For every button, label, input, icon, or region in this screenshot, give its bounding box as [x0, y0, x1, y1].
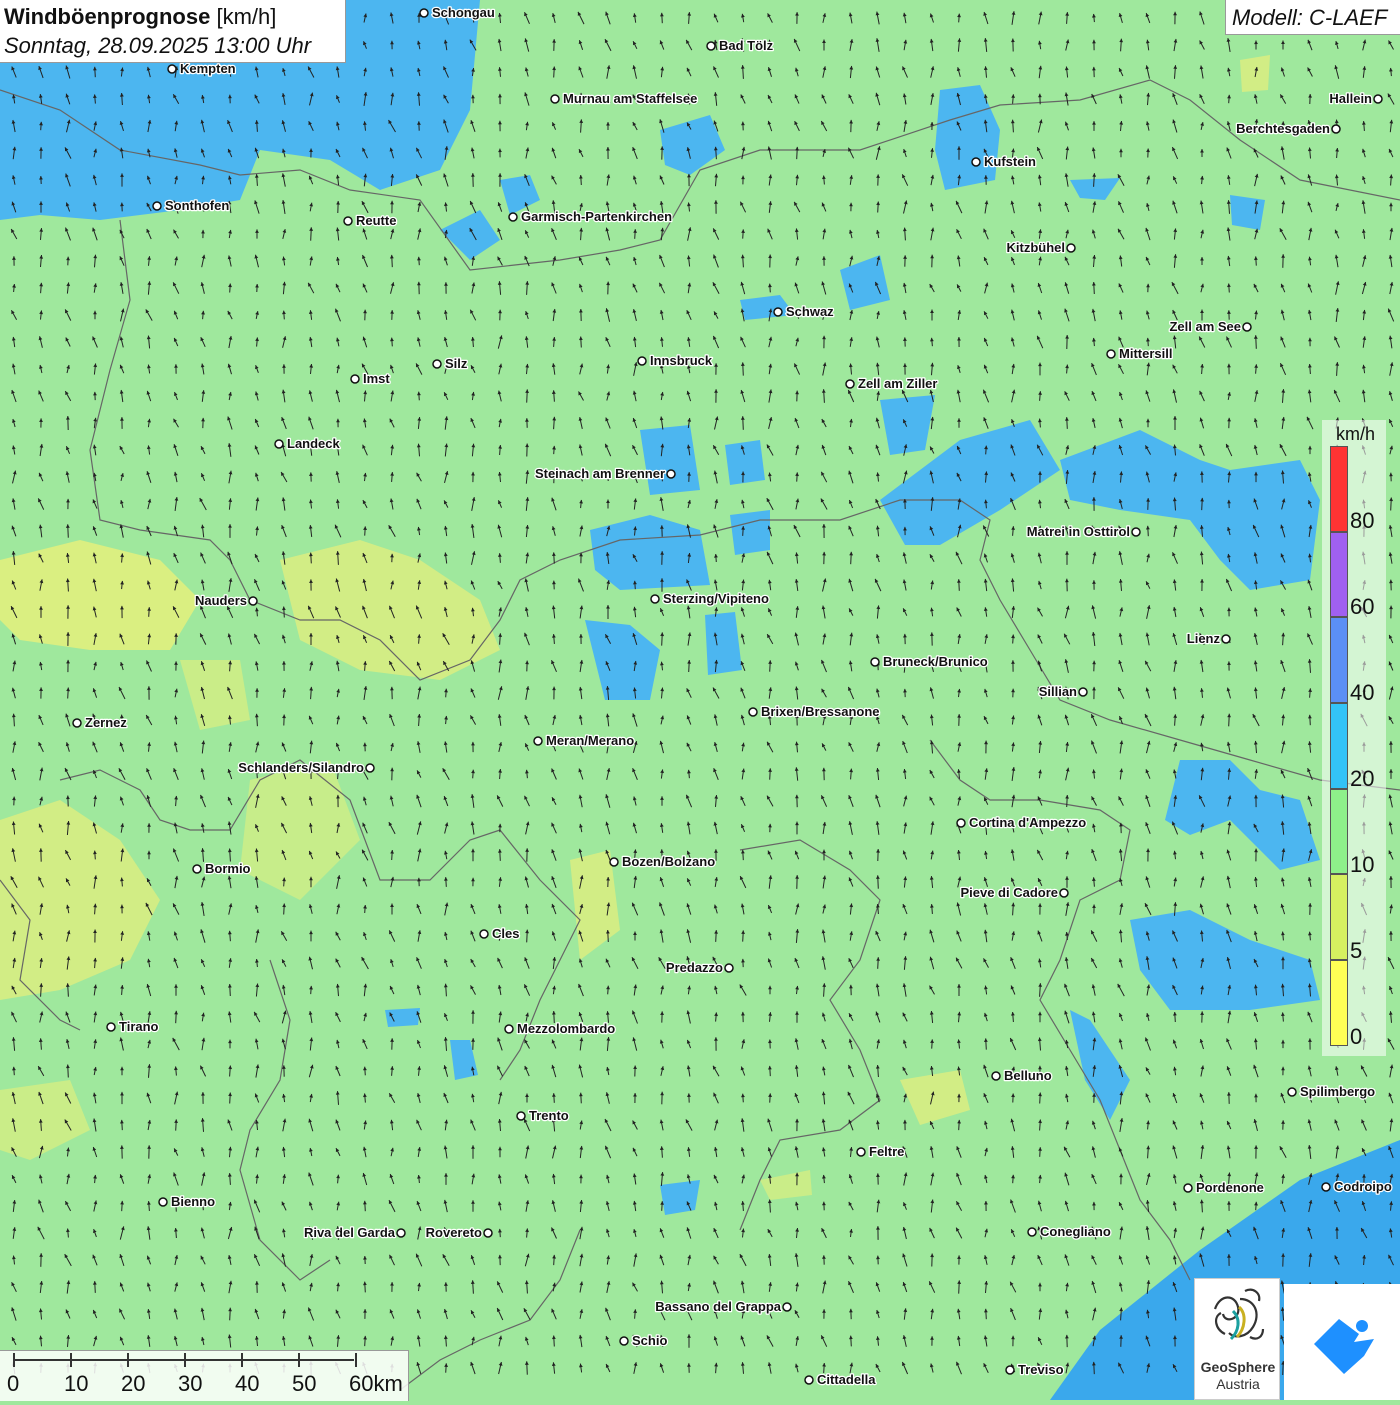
wind-gust-map[interactable]: SchongauBad TölzKemptenMurnau am Staffel… [0, 0, 1400, 1400]
